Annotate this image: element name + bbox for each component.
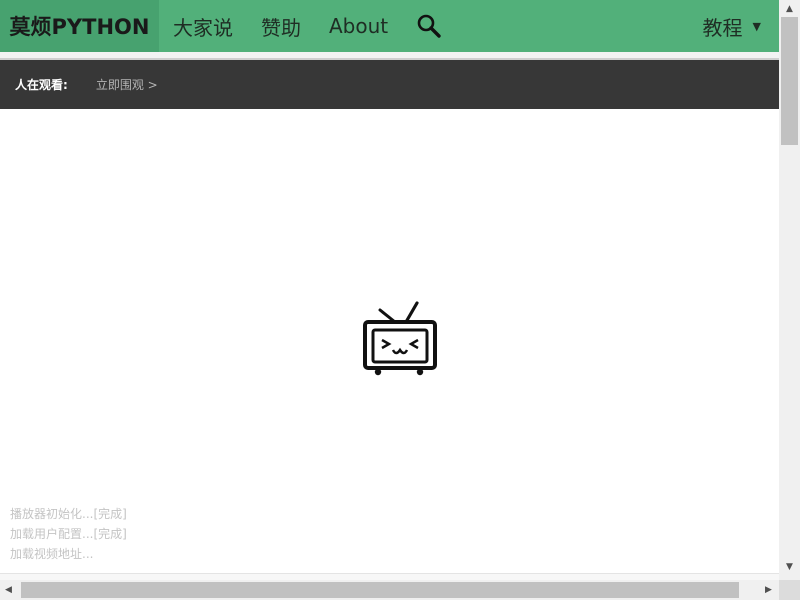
scroll-up-icon[interactable]: ▲ <box>779 0 800 17</box>
horizontal-scroll-thumb[interactable] <box>21 582 739 598</box>
vertical-scroll-thumb[interactable] <box>781 17 798 145</box>
nav-link-sponsor[interactable]: 赞助 <box>261 12 301 41</box>
viewer-count-label: 人在观看: <box>15 78 68 92</box>
tutorial-label: 教程 <box>702 15 743 40</box>
scrollbar-corner <box>779 580 800 600</box>
horizontal-scrollbar[interactable]: ◀ ▶ <box>0 580 779 600</box>
brand-logo[interactable]: 莫烦PYTHON <box>0 0 159 52</box>
nav-link-discussion[interactable]: 大家说 <box>173 12 233 41</box>
nav-link-about[interactable]: About <box>329 14 388 38</box>
caret-down-icon: ▼ <box>752 19 761 33</box>
loading-log: 播放器初始化...[完成] 加载用户配置...[完成] 加载视频地址... <box>10 504 127 564</box>
scroll-down-icon[interactable]: ▼ <box>779 558 800 575</box>
tutorial-dropdown[interactable]: 教程 ▼ <box>703 12 761 41</box>
scroll-right-icon[interactable]: ▶ <box>760 580 777 600</box>
bilibili-tv-icon <box>363 301 437 376</box>
log-line: 加载用户配置...[完成] <box>10 527 127 541</box>
vertical-scrollbar[interactable]: ▲ ▼ <box>779 0 800 580</box>
log-line: 播放器初始化...[完成] <box>10 507 127 521</box>
viewer-bar: 人在观看: 立即围观 > <box>0 60 779 109</box>
watch-now-link[interactable]: 立即围观 > <box>96 76 158 93</box>
log-line: 加载视频地址... <box>10 547 94 561</box>
scroll-left-icon[interactable]: ◀ <box>0 580 17 600</box>
search-icon[interactable] <box>416 13 442 39</box>
top-nav: 莫烦PYTHON 大家说 赞助 About 教程 ▼ <box>0 0 779 52</box>
